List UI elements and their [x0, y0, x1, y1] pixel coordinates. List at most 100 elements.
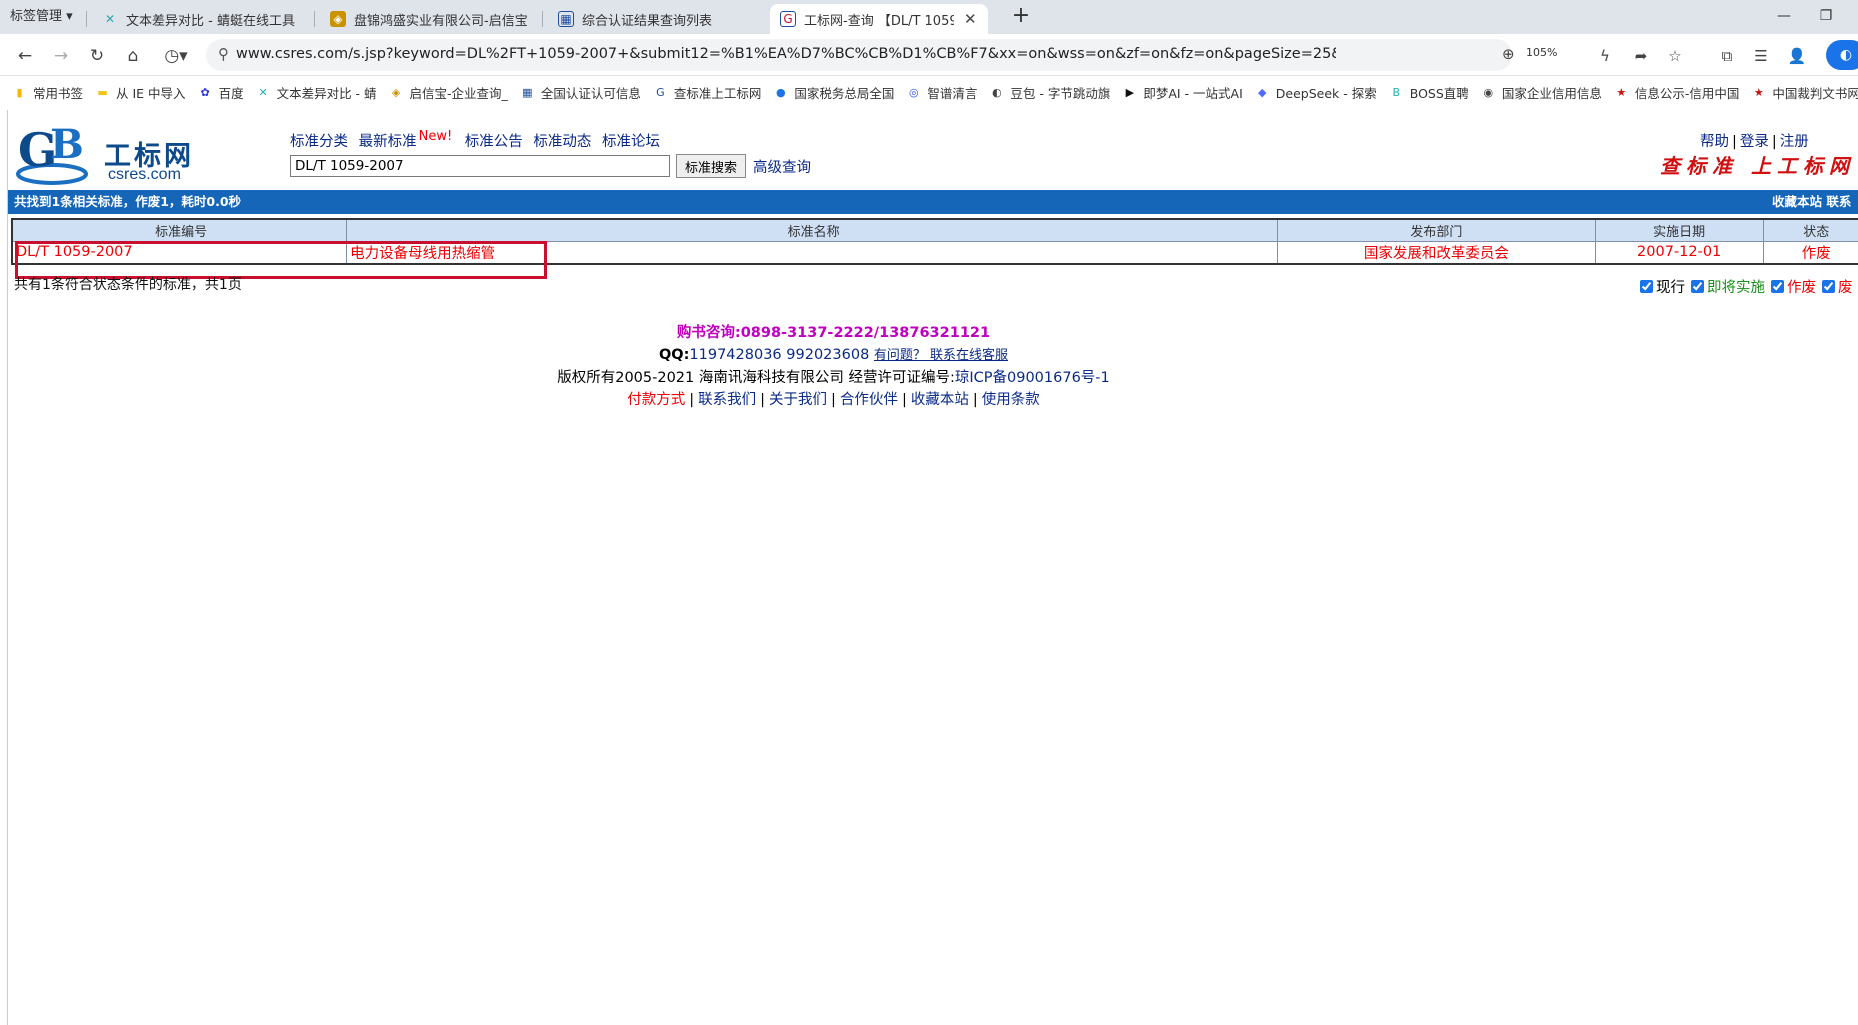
result-summary: 共有1条符合状态条件的标准，共1页: [14, 277, 242, 293]
lightning-icon[interactable]: ϟ: [1592, 43, 1618, 69]
tab-group-label[interactable]: 标签管理 ▾: [4, 7, 79, 27]
extensions-icon[interactable]: ⧉: [1714, 43, 1740, 69]
filter-upcoming-checkbox[interactable]: [1691, 280, 1704, 293]
standard-name-link[interactable]: 电力设备母线用热缩管: [346, 240, 1278, 264]
bookmark-item[interactable]: ★ 信息公示-信用中国: [1614, 83, 1739, 102]
bookmark-item[interactable]: ◈ 启信宝-企业查询_: [389, 83, 508, 102]
share-icon[interactable]: ➦: [1628, 43, 1654, 69]
filter-obsolete[interactable]: 作废: [1771, 276, 1816, 297]
bookmark-item[interactable]: ★ 中国裁判文书网: [1751, 83, 1858, 102]
forward-icon[interactable]: →: [48, 43, 74, 69]
bookmark-site-link[interactable]: 收藏本站 联系: [1772, 190, 1851, 214]
bookmark-item[interactable]: ✕ 文本差异对比 - 蜻: [256, 83, 376, 102]
footer-link-terms[interactable]: 使用条款: [982, 392, 1040, 408]
help-link[interactable]: 帮助: [1700, 134, 1729, 150]
zhipu-icon: ◎: [909, 85, 919, 99]
new-tab-button[interactable]: +: [1008, 4, 1034, 30]
history-icon[interactable]: ◷▾: [156, 43, 196, 69]
assistant-button[interactable]: ◐: [1826, 40, 1858, 70]
footer-links: 付款方式 | 联系我们 | 关于我们 | 合作伙伴 | 收藏本站 | 使用条款: [627, 392, 1040, 408]
profile-icon[interactable]: 👤: [1784, 43, 1810, 69]
filter-obsolete-checkbox[interactable]: [1771, 280, 1784, 293]
tab-text-diff[interactable]: ✕ 文本差异对比 - 蜻蜓在线工具: [92, 4, 310, 34]
url-text[interactable]: www.csres.com/s.jsp?keyword=DL%2FT+1059-…: [236, 46, 1336, 62]
online-support-link[interactable]: 有问题？ 联系在线客服: [874, 348, 1008, 363]
globe-icon: ◉: [1483, 85, 1494, 99]
col-header-department[interactable]: 发布部门: [1276, 218, 1596, 242]
filter-abolished-checkbox[interactable]: [1822, 280, 1835, 293]
filter-upcoming[interactable]: 即将实施: [1691, 276, 1765, 297]
bookmark-item[interactable]: ● 国家税务总局全国: [773, 83, 894, 102]
menu-icon[interactable]: ☰: [1748, 43, 1774, 69]
bookmark-item[interactable]: ▬ 从 IE 中导入: [95, 83, 185, 102]
standard-search-button[interactable]: 标准搜索: [676, 154, 746, 178]
bookmark-item[interactable]: B BOSS直聘: [1389, 83, 1468, 102]
tab-csres-active[interactable]: G 工标网-查询 【DL/T 1059-20 ✕: [770, 4, 988, 34]
filter-current-checkbox[interactable]: [1640, 280, 1653, 293]
bookmark-item[interactable]: ◆ DeepSeek - 探索: [1255, 83, 1377, 102]
bookmark-item[interactable]: ◐ 豆包 - 字节跳动旗: [989, 83, 1110, 102]
col-header-status[interactable]: 状态: [1762, 218, 1858, 242]
purchase-contact: 购书咨询:0898-3137-2222/13876321121: [676, 325, 991, 341]
nav-standard-categories[interactable]: 标准分类: [290, 134, 348, 150]
col-header-date[interactable]: 实施日期: [1594, 218, 1764, 242]
footer-link-about[interactable]: 关于我们: [769, 392, 827, 408]
new-badge: New!: [418, 129, 453, 144]
footer-link-bookmark[interactable]: 收藏本站: [911, 392, 969, 408]
footer-link-contact[interactable]: 联系我们: [698, 392, 756, 408]
bookmark-item[interactable]: ▶ 即梦AI - 一站式AI: [1122, 83, 1243, 102]
tab-separator: [542, 11, 543, 27]
address-bar[interactable]: ⚲ www.csres.com/s.jsp?keyword=DL%2FT+105…: [206, 39, 1557, 71]
home-icon[interactable]: ⌂: [120, 43, 146, 69]
toolbar: ← → ↻ ⌂ ◷▾ ⚲ www.csres.com/s.jsp?keyword…: [0, 34, 1858, 76]
bookmark-item[interactable]: ▦ 全国认证认可信息: [520, 83, 641, 102]
gb-logo-icon: G B: [16, 121, 88, 185]
col-header-code[interactable]: 标准编号: [11, 218, 348, 242]
advanced-search-link[interactable]: 高级查询: [753, 156, 811, 177]
register-link[interactable]: 注册: [1780, 134, 1809, 150]
qq-numbers: 1197428036 992023608: [689, 347, 870, 363]
standard-search-input[interactable]: [290, 155, 670, 177]
minimize-icon[interactable]: —: [1764, 4, 1804, 28]
col-header-name[interactable]: 标准名称: [346, 218, 1278, 242]
zoom-icon[interactable]: ⊕: [1502, 45, 1515, 63]
bookmark-item[interactable]: ▮ 常用书签: [12, 83, 83, 102]
restore-icon[interactable]: ❐: [1806, 4, 1846, 28]
zoom-level[interactable]: 105%: [1526, 46, 1557, 59]
filter-abolished[interactable]: 废: [1822, 276, 1853, 297]
bookmark-item[interactable]: ✿ 百度: [198, 83, 243, 102]
nav-latest-standards[interactable]: 最新标准: [359, 134, 417, 150]
nav-standard-news[interactable]: 标准动态: [533, 134, 591, 150]
icp-link[interactable]: 琼ICP备09001676号-1: [955, 370, 1110, 386]
nav-standard-announcements[interactable]: 标准公告: [465, 134, 523, 150]
csres-icon: G: [780, 11, 796, 27]
site-logo[interactable]: G B 工标网 csres.com: [14, 116, 194, 188]
nav-standard-forum[interactable]: 标准论坛: [602, 134, 660, 150]
table-row[interactable]: DL/T 1059-2007 电力设备母线用热缩管 国家发展和改革委员会 200…: [11, 240, 1858, 264]
bookmark-item[interactable]: ◎ 智谱清言: [906, 83, 977, 102]
bookmark-item[interactable]: ◉ 国家企业信用信息: [1481, 83, 1602, 102]
results-table: 标准编号 标准名称 发布部门 实施日期 状态 DL/T 1059-2007 电力…: [11, 218, 1858, 265]
back-icon[interactable]: ←: [12, 43, 38, 69]
filter-current[interactable]: 现行: [1640, 276, 1685, 297]
bookmark-item[interactable]: G 查标准上工标网: [653, 83, 761, 102]
qq-contact: QQ:1197428036 992023608 有问题？ 联系在线客服: [658, 347, 1009, 363]
baidu-paw-icon: ✿: [200, 85, 210, 99]
tab-certification[interactable]: ▦ 综合认证结果查询列表: [548, 4, 766, 34]
star-icon[interactable]: ☆: [1662, 43, 1688, 69]
footer-link-payment[interactable]: 付款方式: [627, 392, 685, 408]
search-icon: ⚲: [218, 45, 229, 63]
standard-code-link[interactable]: DL/T 1059-2007: [11, 240, 348, 264]
grid-icon: ▦: [522, 85, 533, 99]
login-link[interactable]: 登录: [1740, 134, 1769, 150]
top-links: 帮助 | 登录 | 注册: [1700, 134, 1809, 150]
tab-qixinbao[interactable]: ◈ 盘锦鸿盛实业有限公司-启信宝: [320, 4, 538, 34]
chevron-down-icon: ▾: [66, 9, 73, 24]
reload-icon[interactable]: ↻: [84, 43, 110, 69]
boss-icon: B: [1392, 85, 1400, 99]
result-info-bar: 共找到1条相关标准，作废1，耗时0.0秒 收藏本站 联系: [8, 190, 1858, 214]
site-nav: 标准分类 最新标准 New! 标准公告 标准动态 标准论坛: [290, 129, 666, 151]
bookmark-icon: ▮: [16, 85, 23, 99]
close-icon[interactable]: ✕: [964, 10, 977, 28]
footer-link-partners[interactable]: 合作伙伴: [840, 392, 898, 408]
